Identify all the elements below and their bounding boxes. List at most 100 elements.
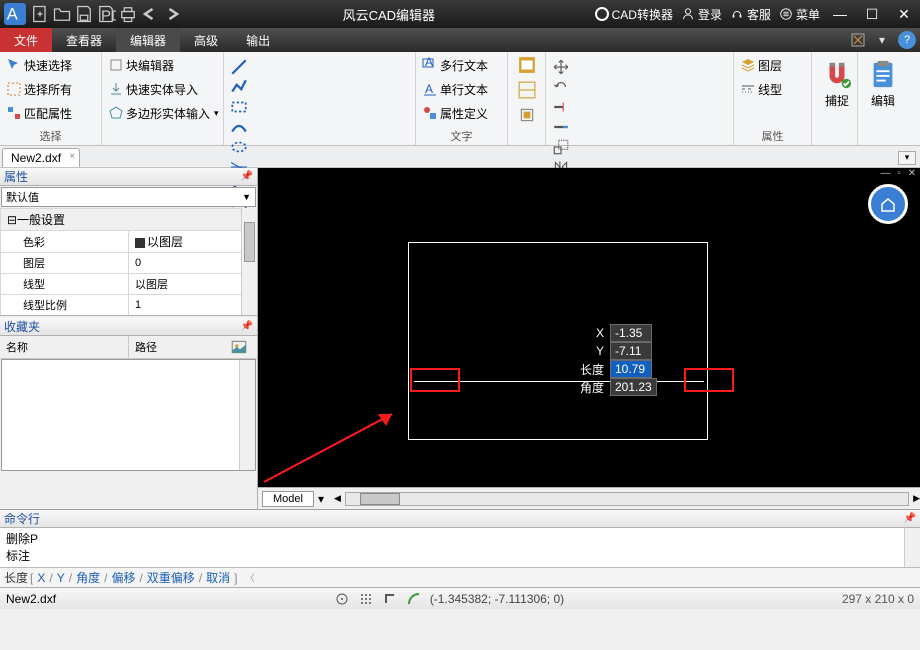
polar-mode-icon[interactable] <box>406 591 422 607</box>
tab-viewer[interactable]: 查看器 <box>52 28 116 52</box>
svg-text:A: A <box>7 6 18 24</box>
favorites-scrollbar[interactable] <box>239 360 255 470</box>
mtext-icon: A <box>422 57 438 73</box>
rotate-tool-icon[interactable] <box>552 78 570 96</box>
coord-length-value[interactable]: 10.79 <box>610 360 652 378</box>
block-ref-icon[interactable] <box>518 106 536 127</box>
opt-cancel[interactable]: 取消 <box>206 569 230 586</box>
document-tabs: New2.dxf× ▾ <box>0 146 920 168</box>
menu-link[interactable]: 菜单 <box>779 6 820 23</box>
prop-row-ltscale[interactable]: 线型比例1 <box>1 295 257 316</box>
title-bar: A PDF 风云CAD编辑器 CAD转换器 登录 客服 菜单 — ☐ ✕ <box>0 0 920 28</box>
tab-output[interactable]: 输出 <box>232 28 284 52</box>
polygon-input-button[interactable]: 多边形实体输入▾ <box>106 102 219 124</box>
opt-y[interactable]: Y <box>57 571 65 585</box>
move-tool-icon[interactable] <box>552 58 570 76</box>
select-all-button[interactable]: 选择所有 <box>4 78 97 100</box>
prop-row-color[interactable]: 色彩以图层 <box>1 231 257 253</box>
open-icon[interactable] <box>52 4 72 24</box>
document-tab[interactable]: New2.dxf× <box>2 148 80 167</box>
favorites-panel-header: 收藏夹📌 <box>0 318 257 336</box>
command-panel: 命令行📌 删除P 标注 <box>0 509 920 567</box>
command-scrollbar[interactable] <box>904 528 920 567</box>
polyline-tool-icon[interactable] <box>230 78 248 96</box>
pin-icon[interactable]: 📌 <box>904 513 916 524</box>
layer-button[interactable]: 图层 <box>738 54 807 76</box>
attr-def-button[interactable]: 属性定义 <box>420 102 503 124</box>
ribbon-options-icon[interactable] <box>846 28 870 52</box>
opt-angle[interactable]: 角度 <box>76 569 100 586</box>
tab-editor[interactable]: 编辑器 <box>116 28 180 52</box>
help-button[interactable]: ? <box>898 31 916 49</box>
stext-button[interactable]: A单行文本 <box>420 78 503 100</box>
line-tool-icon[interactable] <box>230 58 248 76</box>
service-link[interactable]: 客服 <box>730 6 771 23</box>
opt-x[interactable]: X <box>37 571 45 585</box>
trim-tool-icon[interactable] <box>552 98 570 116</box>
polygon-icon <box>108 105 124 121</box>
opt-offset[interactable]: 偏移 <box>111 569 135 586</box>
user-icon <box>681 7 695 21</box>
canvas-hscrollbar[interactable] <box>345 492 909 506</box>
ribbon-group-snap: 捕捉 <box>812 52 858 145</box>
scale-tool-icon[interactable] <box>552 138 570 156</box>
snap-button[interactable]: 捕捉 <box>816 54 858 109</box>
match-icon <box>6 105 22 121</box>
match-props-button[interactable]: 匹配属性 <box>4 102 97 124</box>
coord-x-value[interactable]: -1.35 <box>610 324 652 342</box>
quick-select-button[interactable]: 快速选择 <box>4 54 97 76</box>
tab-file[interactable]: 文件 <box>0 28 52 52</box>
snap-mode-icon[interactable] <box>334 591 350 607</box>
pin-icon[interactable]: 📌 <box>241 321 253 332</box>
home-view-button[interactable] <box>868 184 908 224</box>
ortho-mode-icon[interactable] <box>382 591 398 607</box>
new-icon[interactable] <box>30 4 50 24</box>
save-pdf-icon[interactable]: PDF <box>96 4 116 24</box>
command-panel-header: 命令行📌 <box>0 510 920 528</box>
print-icon[interactable] <box>118 4 138 24</box>
favorites-list <box>1 359 256 471</box>
mtext-button[interactable]: A多行文本 <box>420 54 503 76</box>
coord-angle-value[interactable]: 201.23 <box>610 378 657 396</box>
block-icon <box>108 57 124 73</box>
dropdown-icon[interactable]: ▾ <box>870 28 894 52</box>
pin-icon[interactable]: 📌 <box>241 171 253 182</box>
undo-icon[interactable] <box>140 4 160 24</box>
quick-import-button[interactable]: 快速实体导入 <box>106 78 219 100</box>
prop-row-layer[interactable]: 图层0 <box>1 253 257 274</box>
viewport-icon[interactable] <box>518 56 536 77</box>
properties-default-combo[interactable]: 默认值▼ <box>1 187 256 207</box>
grid-mode-icon[interactable] <box>358 591 374 607</box>
close-button[interactable]: ✕ <box>892 4 916 24</box>
linetype-icon <box>740 81 756 97</box>
layout-icon[interactable] <box>518 81 536 102</box>
maximize-button[interactable]: ☐ <box>860 4 884 24</box>
rect-tool-icon[interactable] <box>230 98 248 116</box>
spline-tool-icon[interactable] <box>230 118 248 136</box>
close-tab-icon[interactable]: × <box>69 151 75 162</box>
command-history[interactable]: 删除P 标注 <box>0 528 920 567</box>
extend-tool-icon[interactable] <box>552 118 570 136</box>
opt-double-offset[interactable]: 双重偏移 <box>147 569 195 586</box>
status-filename: New2.dxf <box>6 592 56 606</box>
save-icon[interactable] <box>74 4 94 24</box>
tab-advanced[interactable]: 高级 <box>180 28 232 52</box>
command-options-bar: 长度 [ X/ Y/ 角度/ 偏移/ 双重偏移/ 取消 ] 〈 <box>0 567 920 587</box>
coord-y-value[interactable]: -7.11 <box>610 342 652 360</box>
minimize-button[interactable]: — <box>828 4 852 24</box>
block-editor-button[interactable]: 块编辑器 <box>106 54 219 76</box>
app-icon: A <box>4 3 26 25</box>
properties-scrollbar[interactable] <box>241 208 257 315</box>
linetype-button[interactable]: 线型 <box>738 78 807 100</box>
login-link[interactable]: 登录 <box>681 6 722 23</box>
prop-section[interactable]: ⊟一般设置 <box>1 209 257 231</box>
cad-converter-link[interactable]: CAD转换器 <box>595 6 673 23</box>
tab-overflow-button[interactable]: ▾ <box>898 151 916 165</box>
drawing-canvas[interactable]: — ▫ ✕ X-1.35 Y-7.11 长度10.79 角度201.23 <box>258 168 920 487</box>
edit-button[interactable]: 编辑 <box>862 54 904 109</box>
redo-icon[interactable] <box>162 4 182 24</box>
fav-col-path[interactable]: 路径 <box>129 336 257 358</box>
fav-col-name[interactable]: 名称 <box>0 336 129 358</box>
ellipse-tool-icon[interactable] <box>230 138 248 156</box>
prop-row-linetype[interactable]: 线型以图层 <box>1 274 257 295</box>
